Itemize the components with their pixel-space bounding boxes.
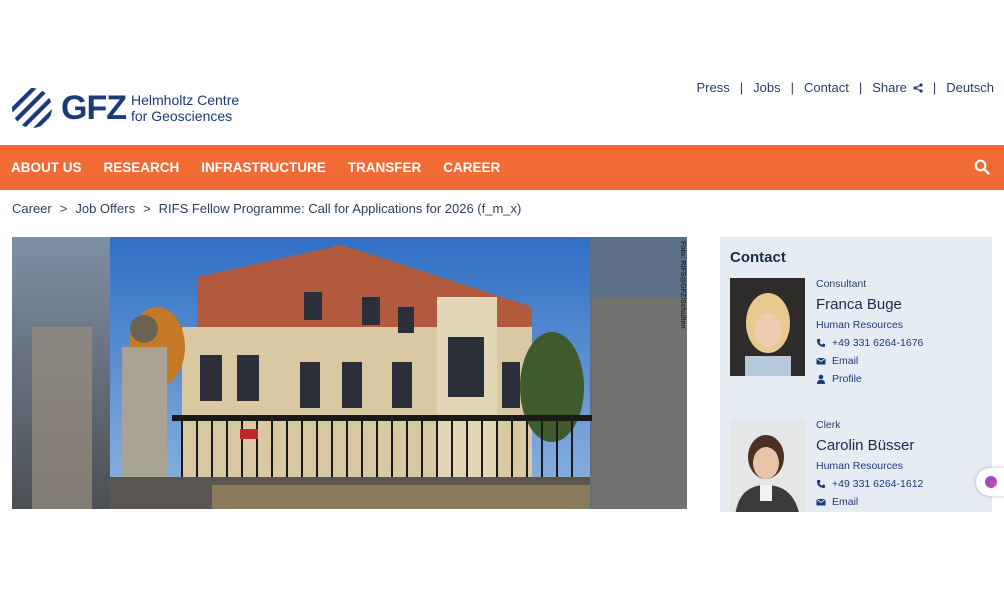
email-icon — [816, 357, 826, 365]
nav-separator: | — [932, 80, 937, 95]
contact-department: Human Resources — [816, 319, 903, 331]
contact-link[interactable]: Contact — [804, 80, 849, 95]
portrait-photo — [730, 419, 805, 512]
nav-research[interactable]: RESEARCH — [104, 160, 180, 175]
profile-link[interactable]: Profile — [816, 373, 986, 385]
logo-subtitle-line1: Helmholtz Centre — [130, 92, 240, 108]
contact-panel: Contact Consultant Franca Buge Human Res… — [720, 237, 992, 512]
logo-wordmark: GFZ — [61, 88, 127, 127]
profile-label: Profile — [832, 373, 862, 385]
nav-separator: | — [739, 80, 744, 95]
share-label: Share — [872, 80, 907, 95]
email-link[interactable]: Email — [816, 355, 986, 367]
logo-subtitle: Helmholtz Centre for Geosciences — [131, 92, 239, 124]
contact-department: Human Resources — [816, 460, 903, 472]
contact-role: Consultant — [816, 278, 867, 290]
nav-career[interactable]: CAREER — [443, 160, 500, 175]
contact-name: Franca Buge — [816, 296, 902, 313]
photo-credit: Foto: RIFS@GFZ/Schulten — [679, 241, 686, 329]
user-icon — [817, 374, 825, 384]
press-link[interactable]: Press — [697, 80, 730, 95]
nav-transfer[interactable]: TRANSFER — [348, 160, 422, 175]
phone-number: +49 331 6264-1676 — [832, 337, 924, 349]
nav-about-us[interactable]: ABOUT US — [11, 160, 82, 175]
nav-separator: | — [858, 80, 863, 95]
email-label: Email — [832, 355, 859, 367]
avatar — [730, 278, 805, 376]
logo-stripes-icon — [12, 88, 52, 128]
building-photo — [12, 237, 687, 509]
assistant-icon — [985, 476, 997, 488]
assistant-widget-button[interactable] — [976, 468, 1004, 496]
hero-image: Foto: RIFS@GFZ/Schulten — [12, 237, 687, 509]
contact-name: Carolin Büsser — [816, 437, 915, 454]
breadcrumb-separator: > — [59, 201, 68, 216]
phone-number: +49 331 6264-1612 — [832, 478, 924, 490]
breadcrumb-separator: > — [143, 201, 151, 216]
nav-separator: | — [790, 80, 794, 95]
phone-link[interactable]: +49 331 6264-1676 — [816, 337, 986, 349]
utility-nav: Press | Jobs | Contact | Share | Deutsch — [697, 80, 994, 95]
share-icon — [913, 82, 923, 93]
jobs-link[interactable]: Jobs — [753, 80, 780, 95]
email-icon — [816, 498, 826, 506]
gfz-logo[interactable]: GFZ Helmholtz Centre for Geosciences — [11, 87, 239, 129]
breadcrumb-career[interactable]: Career — [12, 201, 52, 216]
email-link[interactable]: Email — [816, 496, 986, 508]
phone-icon — [817, 480, 825, 488]
contact-title: Contact — [730, 249, 786, 266]
logo-subtitle-line2: for Geosciences — [130, 108, 233, 124]
main-navigation: ABOUT US RESEARCH INFRASTRUCTURE TRANSFE… — [0, 145, 1004, 190]
phone-icon — [817, 339, 825, 347]
nav-infrastructure[interactable]: INFRASTRUCTURE — [201, 160, 326, 175]
phone-link[interactable]: +49 331 6264-1612 — [816, 478, 986, 490]
email-label: Email — [832, 496, 859, 508]
contact-role: Clerk — [816, 419, 841, 431]
breadcrumb: Career > Job Offers > RIFS Fellow Progra… — [12, 201, 521, 216]
breadcrumb-job-offers[interactable]: Job Offers — [75, 201, 135, 216]
breadcrumb-current-page: RIFS Fellow Programme: Call for Applicat… — [158, 201, 522, 216]
language-switch[interactable]: Deutsch — [946, 80, 994, 95]
share-button[interactable]: Share — [872, 80, 923, 95]
search-icon[interactable] — [974, 159, 990, 175]
contact-info: Clerk Carolin Büsser Human Resources +49… — [816, 419, 986, 508]
contact-info: Consultant Franca Buge Human Resources +… — [816, 278, 986, 385]
avatar — [730, 419, 805, 512]
portrait-photo — [730, 278, 805, 376]
